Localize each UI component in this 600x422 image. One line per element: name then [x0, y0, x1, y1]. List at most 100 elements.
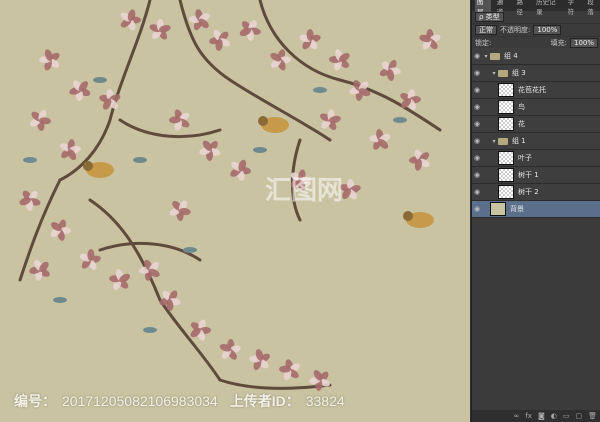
- layer-name: 背景: [510, 205, 524, 213]
- layer-row[interactable]: ◉ ▾ 组 1: [472, 133, 600, 150]
- magnolia-flower: [39, 49, 60, 71]
- magnolia-flower: [30, 109, 51, 131]
- adjustment-icon[interactable]: ◐: [551, 412, 557, 420]
- magnolia-flower: [249, 349, 270, 371]
- layer-thumbnail: [498, 117, 514, 131]
- tab-history[interactable]: 历史记录: [534, 0, 561, 16]
- magnolia-flower: [50, 219, 71, 241]
- leaf: [183, 247, 197, 253]
- bird: [83, 161, 114, 178]
- blend-mode-select[interactable]: 正常: [475, 25, 497, 35]
- layer-thumbnail: [498, 151, 514, 165]
- magnolia-flower: [219, 339, 241, 360]
- branch: [118, 118, 222, 138]
- tab-character[interactable]: 字符: [566, 0, 582, 16]
- layer-thumbnail: [498, 83, 514, 97]
- visibility-eye-icon[interactable]: ◉: [472, 188, 482, 196]
- visibility-eye-icon[interactable]: ◉: [472, 69, 482, 77]
- magnolia-flower: [120, 9, 141, 31]
- layer-row[interactable]: ◉ ▾ 组 4: [472, 48, 600, 65]
- expand-arrow-icon[interactable]: ▾: [490, 70, 498, 77]
- magnolia-flower: [319, 109, 341, 131]
- layer-row[interactable]: ◉ 鸟: [472, 99, 600, 116]
- layer-list: ◉ ▾ 组 4 ◉ ▾ 组 3 ◉ 花苞花托 ◉ 鸟 ◉ 花 ◉ ▾ 组 1 ◉ 叶子 ◉ 树干 1 ◉ 树干 2 ◉ 背景: [472, 48, 600, 218]
- leaf: [133, 157, 147, 163]
- layer-thumbnail: [498, 168, 514, 182]
- layer-name: 组 3: [512, 69, 526, 77]
- layer-thumbnail: [490, 202, 506, 216]
- magnolia-flower: [79, 249, 101, 270]
- visibility-eye-icon[interactable]: ◉: [472, 86, 482, 94]
- visibility-eye-icon[interactable]: ◉: [472, 120, 482, 128]
- magnolia-flower: [209, 29, 231, 51]
- magnolia-flower: [29, 259, 50, 281]
- expand-arrow-icon[interactable]: ▾: [490, 138, 498, 145]
- blend-row: 正常 不透明度: 100%: [472, 24, 600, 37]
- visibility-eye-icon[interactable]: ◉: [472, 137, 482, 145]
- layer-name: 树干 2: [518, 188, 539, 196]
- fill-label: 填充:: [550, 39, 567, 47]
- layer-thumbnail: [498, 100, 514, 114]
- panel-tabs: 图层 通道 路径 历史记录 字符 段落: [472, 0, 600, 16]
- branch: [88, 198, 222, 382]
- visibility-eye-icon[interactable]: ◉: [472, 103, 482, 111]
- magnolia-flower: [189, 9, 210, 31]
- new-layer-icon[interactable]: ▢: [575, 412, 582, 420]
- leaf: [253, 147, 267, 153]
- magnolia-flower: [169, 109, 190, 131]
- tab-paths[interactable]: 路径: [514, 0, 530, 16]
- magnolia-flower: [109, 269, 131, 290]
- layer-row[interactable]: ◉ 叶子: [472, 150, 600, 167]
- fill-input[interactable]: 100%: [569, 38, 598, 48]
- branch: [258, 0, 442, 132]
- tab-paragraph[interactable]: 段落: [585, 0, 600, 16]
- magnolia-flower: [190, 319, 211, 341]
- leaf: [313, 87, 327, 93]
- layers-panel: 图层 通道 路径 历史记录 字符 段落 ρ 类型 正常 不透明度: 100% 锁…: [471, 0, 600, 422]
- bird: [258, 116, 289, 133]
- layer-row[interactable]: ◉ 花: [472, 116, 600, 133]
- magnolia-flower: [409, 149, 430, 171]
- leaf: [23, 157, 37, 163]
- trash-icon[interactable]: 🗑: [588, 412, 597, 420]
- magnolia-flower: [159, 290, 181, 311]
- leaf: [143, 327, 157, 333]
- image-id-label: 编号：: [14, 393, 56, 409]
- lock-label: 锁定:: [475, 39, 492, 47]
- visibility-eye-icon[interactable]: ◉: [472, 52, 482, 60]
- kind-select[interactable]: ρ 类型: [475, 12, 504, 22]
- folder-icon[interactable]: ▭: [563, 412, 570, 420]
- visibility-eye-icon[interactable]: ◉: [472, 171, 482, 179]
- layer-name: 组 1: [512, 137, 526, 145]
- uploader-label: 上传者ID：: [229, 393, 300, 409]
- mask-icon[interactable]: ◙: [538, 412, 545, 420]
- layer-name: 鸟: [518, 103, 525, 111]
- magnolia-flower: [169, 200, 191, 221]
- layer-row[interactable]: ◉ 树干 1: [472, 167, 600, 184]
- watermark: 汇图网: [265, 176, 344, 206]
- magnolia-flower: [369, 129, 391, 150]
- artwork-canvas[interactable]: 汇图网 编号： 20171205082106983034 上传者ID： 3382…: [0, 0, 470, 422]
- magnolia-flower: [329, 49, 350, 71]
- magnolia-flower: [60, 139, 81, 161]
- layer-name: 组 4: [504, 52, 518, 60]
- leaf: [53, 297, 67, 303]
- magnolia-flower: [149, 19, 171, 40]
- layer-thumbnail: [498, 185, 514, 199]
- visibility-eye-icon[interactable]: ◉: [472, 154, 482, 162]
- opacity-label: 不透明度:: [500, 26, 531, 34]
- layer-row[interactable]: ◉ ▾ 组 3: [472, 65, 600, 82]
- layer-row[interactable]: ◉ 背景: [472, 201, 600, 218]
- bird: [403, 211, 434, 228]
- opacity-input[interactable]: 100%: [533, 25, 562, 35]
- expand-arrow-icon[interactable]: ▾: [482, 53, 490, 60]
- layer-row[interactable]: ◉ 花苞花托: [472, 82, 600, 99]
- fx-icon[interactable]: fx: [525, 412, 532, 420]
- magnolia-flower: [19, 190, 41, 211]
- image-info-footer: 编号： 20171205082106983034 上传者ID： 33824: [0, 380, 470, 422]
- layer-row[interactable]: ◉ 树干 2: [472, 184, 600, 201]
- magnolia-flower: [69, 80, 91, 101]
- link-icon[interactable]: ∞: [514, 412, 520, 420]
- visibility-eye-icon[interactable]: ◉: [472, 205, 482, 213]
- magnolia-flower: [299, 29, 321, 50]
